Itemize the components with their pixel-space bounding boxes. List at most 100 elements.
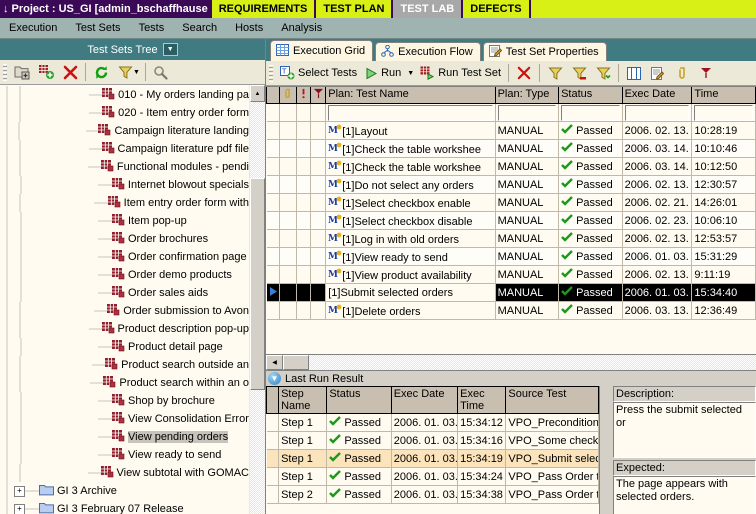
flag-cell[interactable] (310, 211, 327, 230)
test-name-cell[interactable]: M [1]Do not select any orders (325, 175, 496, 194)
module-tab-requirements[interactable]: REQUIREMENTS (211, 0, 317, 18)
column-header-source-test[interactable]: Source Test (505, 387, 599, 414)
row-indicator-cell[interactable] (266, 193, 280, 212)
chevrons-down-icon[interactable]: ▼ (268, 372, 281, 385)
test-name-cell[interactable]: M [1]Select checkbox enable (325, 193, 496, 212)
test-name-cell[interactable]: M [1]Check the table workshee (325, 139, 496, 158)
step-name-cell[interactable]: Step 2 (278, 485, 328, 504)
type-cell[interactable]: MANUAL (495, 139, 560, 158)
attachment-cell[interactable] (279, 157, 297, 176)
exec-date-cell[interactable]: 2006. 03. 14. (622, 139, 693, 158)
test-name-cell[interactable]: M [1]Check the table workshee (325, 157, 496, 176)
flag-cell[interactable] (310, 175, 327, 194)
step-status-cell[interactable]: Passed (326, 449, 392, 468)
tree-test-set-item[interactable]: View pending orders (0, 428, 249, 446)
tree-test-set-item[interactable]: Functional modules - pendi (0, 158, 249, 176)
time-cell[interactable]: 10:28:19 (691, 121, 756, 140)
menu-item-execution[interactable]: Execution (0, 22, 66, 34)
step-source-test-cell[interactable]: VPO_Pass Order t (505, 467, 599, 486)
status-cell[interactable]: Passed (558, 121, 623, 140)
step-source-test-cell[interactable]: VPO_Pass Order t (505, 485, 599, 504)
column-header-step-exec-time[interactable]: Exec Time (457, 387, 507, 414)
filter-icon[interactable] (543, 63, 567, 84)
status-cell[interactable]: Passed (558, 211, 623, 230)
type-cell[interactable]: MANUAL (495, 247, 560, 266)
status-cell[interactable]: Passed (558, 283, 623, 302)
type-cell[interactable]: MANUAL (495, 301, 560, 320)
status-cell[interactable]: Passed (558, 229, 623, 248)
execution-grid-row[interactable]: [1]Submit selected orders MANUAL Passed 200… (266, 283, 756, 302)
filter-cell-type[interactable] (495, 103, 560, 122)
filter-input-test-name[interactable] (328, 104, 493, 121)
step-row-indicator-cell[interactable] (266, 413, 280, 432)
attachment-cell[interactable] (279, 247, 297, 266)
attachment-cell[interactable] (279, 139, 297, 158)
attachment-cell[interactable] (279, 193, 297, 212)
execution-grid-row[interactable]: M [1]Log in with old orders MANUAL Passed 20… (266, 229, 756, 248)
expand-icon[interactable]: + (14, 485, 25, 497)
exec-date-cell[interactable]: 2006. 01. 03. (622, 247, 693, 266)
step-status-cell[interactable]: Passed (326, 467, 392, 486)
filter-cell-status[interactable] (558, 103, 623, 122)
execution-grid-row[interactable]: M [1]Delete orders MANUAL Passed 2006. 03. 1… (266, 301, 756, 320)
step-source-test-cell[interactable]: VPO_Precondition (505, 413, 599, 432)
down-arrow-icon[interactable]: ↓ (3, 3, 9, 15)
menu-item-search[interactable]: Search (173, 22, 226, 34)
tree-test-set-item[interactable]: Order submission to Avon (0, 302, 249, 320)
exclamation-cell[interactable] (296, 247, 312, 266)
menu-item-tests[interactable]: Tests (130, 22, 174, 34)
type-cell[interactable]: MANUAL (495, 193, 560, 212)
tree-test-set-item[interactable]: Order sales aids (0, 284, 249, 302)
type-cell[interactable]: MANUAL (495, 121, 560, 140)
module-tab-defects[interactable]: DEFECTS (463, 0, 531, 18)
column-header-exec-date[interactable]: Exec Date (622, 87, 693, 104)
type-cell[interactable]: MANUAL (495, 211, 560, 230)
details-icon[interactable] (646, 63, 670, 84)
module-tab-test-plan[interactable]: TEST PLAN (316, 0, 394, 18)
scroll-up-button[interactable]: ▲ (250, 85, 265, 102)
step-exec-time-cell[interactable]: 15:34:24 (457, 467, 507, 486)
select-tests-button[interactable]: T Select Tests (276, 63, 361, 84)
execution-grid-row[interactable]: M [1]View product availability MANUAL Passe… (266, 265, 756, 284)
step-exec-date-cell[interactable]: 2006. 01. 03. (391, 413, 459, 432)
filter-cell-exec-date[interactable] (622, 103, 693, 122)
test-name-cell[interactable]: M [1]View ready to send (325, 247, 496, 266)
step-name-cell[interactable]: Step 1 (278, 413, 328, 432)
exclamation-cell[interactable] (296, 229, 312, 248)
status-cell[interactable]: Passed (558, 265, 623, 284)
time-cell[interactable]: 14:26:01 (691, 193, 756, 212)
attachment-cell[interactable] (279, 229, 297, 248)
flag-cell[interactable] (310, 157, 327, 176)
exec-date-cell[interactable]: 2006. 02. 13. (622, 175, 693, 194)
tree-test-set-item[interactable]: Item entry order form with (0, 194, 249, 212)
scroll-thumb[interactable] (250, 178, 265, 390)
step-exec-time-cell[interactable]: 15:34:16 (457, 431, 507, 450)
step-exec-date-cell[interactable]: 2006. 01. 03. (391, 467, 459, 486)
tree-test-set-item[interactable]: View subtotal with GOMAC (0, 464, 249, 482)
filter-input-time[interactable] (694, 104, 753, 121)
tree-test-set-item[interactable]: Item pop-up (0, 212, 249, 230)
status-cell[interactable]: Passed (558, 139, 623, 158)
row-indicator-cell[interactable] (266, 265, 280, 284)
status-cell[interactable]: Passed (558, 175, 623, 194)
flag-cell[interactable] (310, 247, 327, 266)
clear-filter-icon[interactable] (567, 63, 591, 84)
execution-grid-row[interactable]: M [1]Select checkbox disable MANUAL Passed 2… (266, 211, 756, 230)
menu-item-test-sets[interactable]: Test Sets (66, 22, 129, 34)
tree-folder-item[interactable]: + GI 3 February 07 Release (0, 500, 249, 514)
menu-item-hosts[interactable]: Hosts (226, 22, 272, 34)
exclamation-cell[interactable] (296, 211, 312, 230)
exec-date-cell[interactable]: 2006. 01. 03. (622, 283, 693, 302)
time-cell[interactable]: 15:31:29 (691, 247, 756, 266)
tree-vertical-scrollbar[interactable]: ▲ (249, 85, 265, 514)
execution-grid[interactable]: Plan: Test Name Plan: Type Status Exec D… (266, 86, 756, 354)
tree-test-set-item[interactable]: Internet blowout specials (0, 176, 249, 194)
run-steps-grid[interactable]: Step Name Status Exec Date Exec Time Sou… (266, 386, 599, 514)
row-indicator-cell[interactable] (266, 301, 280, 320)
flag-cell[interactable] (310, 121, 327, 140)
scroll-track-lower[interactable] (250, 390, 265, 514)
remove-icon[interactable] (512, 63, 536, 84)
column-header-step-exec-date[interactable]: Exec Date (391, 387, 459, 414)
run-step-row[interactable]: Step 1 Passed 2006. 01. 03. 15:34:24 VPO_Pas… (266, 467, 599, 486)
grid-horizontal-scrollbar[interactable]: ◀ (266, 354, 756, 370)
